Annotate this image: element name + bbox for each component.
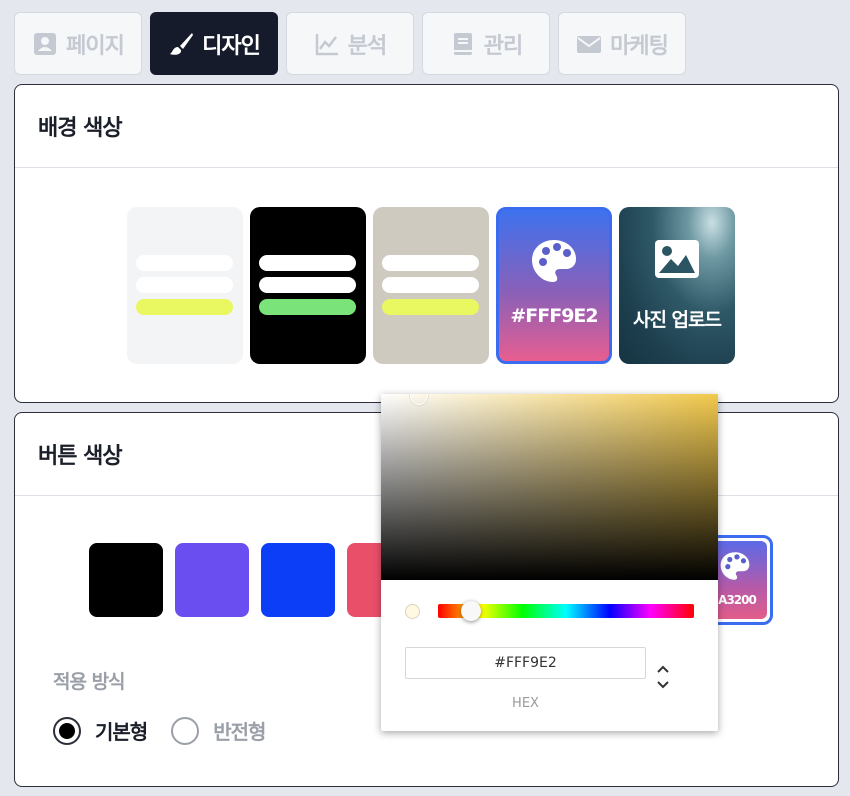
tab-label: 분석: [347, 33, 387, 59]
radio-default-label[interactable]: 기본형: [95, 716, 148, 745]
palette-icon: [532, 240, 576, 282]
hex-input[interactable]: [405, 647, 646, 679]
tab-label: 페이지: [66, 33, 125, 59]
book-icon: [453, 32, 472, 55]
photo-upload-option[interactable]: 사진 업로드: [619, 207, 735, 364]
button-color-swatch-blue[interactable]: [261, 543, 335, 617]
hue-slider-handle[interactable]: [461, 601, 482, 621]
image-icon: [655, 240, 699, 278]
background-custom-color-option[interactable]: #FFF9E2: [496, 207, 612, 364]
tab-marketing[interactable]: 마케팅: [558, 12, 686, 75]
radio-inverted[interactable]: [171, 716, 200, 745]
upload-label: 사진 업로드: [632, 309, 722, 331]
preview-bar: [136, 255, 233, 271]
preview-bar: [382, 277, 479, 293]
preview-bar: [136, 277, 233, 293]
preview-bar: [136, 299, 233, 315]
envelope-icon: [577, 35, 602, 53]
radio-selected-dot: [59, 722, 75, 739]
preview-bar: [259, 299, 356, 315]
id-card-icon: [34, 32, 57, 55]
tab-design[interactable]: 디자인: [150, 12, 278, 75]
background-option-light[interactable]: [127, 207, 243, 364]
background-option-dark[interactable]: [250, 207, 366, 364]
preview-bar: [259, 255, 356, 271]
background-color-panel: 배경 색상 #FFF9E2 사진 업로드: [14, 84, 839, 403]
background-option-beige[interactable]: [373, 207, 489, 364]
tab-analytics[interactable]: 분석: [286, 12, 414, 75]
tab-page[interactable]: 페이지: [14, 12, 142, 75]
saturation-area[interactable]: [381, 394, 718, 580]
radio-inverted-label[interactable]: 반전형: [213, 716, 266, 745]
preview-bar: [382, 255, 479, 271]
color-picker-popover: HEX: [381, 394, 718, 731]
background-section-title: 배경 색상: [15, 85, 838, 168]
color-preview-swatch: [405, 604, 420, 619]
preview-bar: [259, 277, 356, 293]
apply-mode-radio-group: 기본형 반전형: [53, 716, 289, 745]
tab-bar: 페이지 디자인 분석 관리 마케팅: [14, 12, 686, 75]
tab-manage[interactable]: 관리: [422, 12, 550, 75]
button-color-swatch-black[interactable]: [89, 543, 163, 617]
paintbrush-icon: [170, 32, 194, 55]
format-toggle-icon[interactable]: [655, 662, 671, 692]
hex-label: HEX: [512, 696, 539, 711]
custom-color-label: #FFF9E2: [510, 305, 598, 327]
tab-label: 관리: [483, 33, 523, 59]
tab-label: 마케팅: [610, 33, 669, 59]
radio-default[interactable]: [53, 716, 81, 745]
preview-bar: [382, 299, 479, 315]
tab-label: 디자인: [202, 33, 261, 59]
palette-icon: [720, 552, 750, 580]
line-chart-icon: [315, 33, 338, 55]
saturation-black-overlay: [381, 394, 718, 580]
button-color-swatch-purple[interactable]: [175, 543, 249, 617]
apply-mode-label: 적용 방식: [53, 671, 126, 693]
